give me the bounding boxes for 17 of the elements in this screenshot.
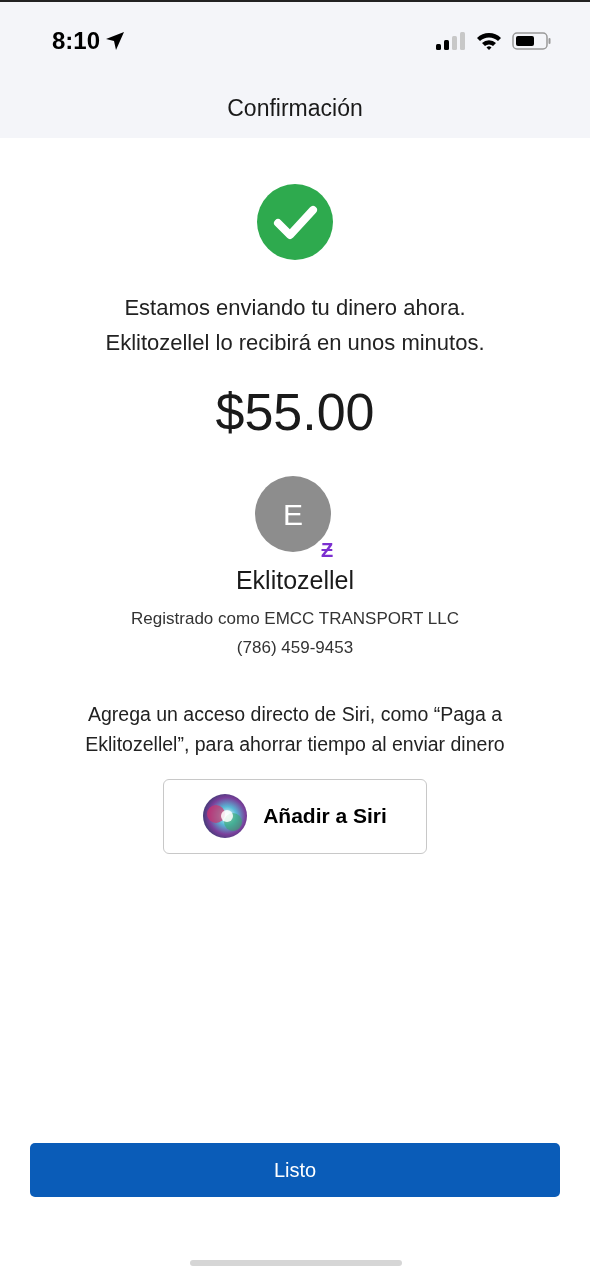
screen-title: Confirmación [227,93,363,123]
status-time: 8:10 [52,26,101,56]
confirmation-message: Eklitozellel lo recibirá en unos minutos. [105,329,485,357]
amount: $55.00 [215,386,375,438]
location-arrow-icon [104,30,127,52]
recipient-phone: (786) 459-9453 [236,637,354,659]
recipient-name: Eklitozellel [235,565,355,596]
siri-icon [203,794,248,838]
signal-icon [436,31,466,51]
wifi-icon [476,31,502,51]
battery-icon [512,31,552,51]
siri-hint: Agrega un acceso directo de Siri, como “Paga a Eklitozellel”, para ahorrar tiempo al enviar dinero [84,701,506,757]
success-check-icon [257,184,333,260]
add-to-siri-button[interactable]: Añadir a Siri [163,778,427,854]
done-button[interactable]: Listo [30,1143,560,1197]
confirmation-message: Estamos enviando tu dinero ahora. [124,294,466,322]
registered-name: Registrado como EMCC TRANSPORT LLC [131,607,459,630]
